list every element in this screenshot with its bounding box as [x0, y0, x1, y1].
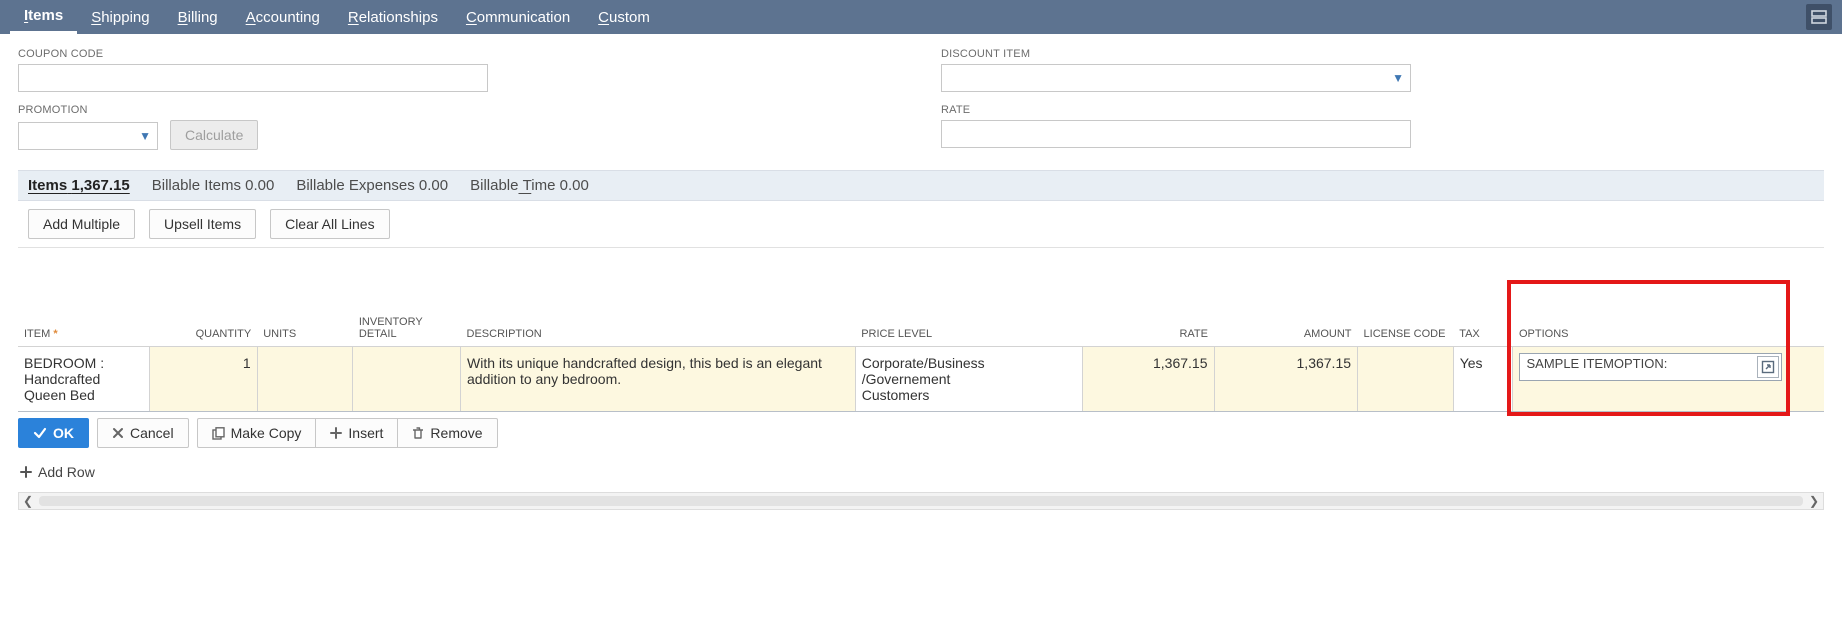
tab-shipping[interactable]: Shipping	[77, 0, 163, 34]
subtab-billable-time[interactable]: Billable Time 0.00	[470, 177, 589, 194]
list-actions-row: Add Multiple Upsell Items Clear All Line…	[18, 201, 1824, 248]
tab-custom[interactable]: Custom	[584, 0, 664, 34]
expand-icon	[1761, 360, 1775, 374]
col-options[interactable]: OPTIONS	[1513, 308, 1788, 347]
items-table-wrap: ITEM * QUANTITY UNITS INVENTORY DETAIL D…	[18, 308, 1824, 412]
add-multiple-button[interactable]: Add Multiple	[28, 209, 135, 239]
cell-inventory-detail[interactable]	[353, 347, 461, 412]
coupon-code-input[interactable]	[18, 64, 488, 92]
coupon-code-label: COUPON CODE	[18, 48, 901, 60]
upsell-items-button[interactable]: Upsell Items	[149, 209, 256, 239]
tab-items[interactable]: Items	[10, 0, 77, 34]
scroll-thumb[interactable]	[39, 496, 1803, 506]
cancel-button[interactable]: Cancel	[97, 418, 189, 448]
required-star-icon: *	[53, 328, 57, 340]
clear-all-lines-button[interactable]: Clear All Lines	[270, 209, 390, 239]
tab-accounting[interactable]: Accounting	[232, 0, 334, 34]
calculate-button[interactable]: Calculate	[170, 120, 258, 150]
scroll-right-icon[interactable]: ❯	[1809, 494, 1819, 508]
trash-icon	[412, 427, 424, 440]
main-tab-bar: Items Shipping Billing Accounting Relati…	[0, 0, 1842, 34]
scroll-left-icon[interactable]: ❮	[23, 494, 33, 508]
cell-options[interactable]: SAMPLE ITEMOPTION:	[1513, 347, 1788, 412]
tab-communication[interactable]: Communication	[452, 0, 584, 34]
tab-items-label-rest: tems	[28, 7, 63, 24]
discount-item-field: DISCOUNT ITEM ▼	[941, 48, 1824, 92]
col-rate[interactable]: RATE	[1082, 308, 1214, 347]
col-item[interactable]: ITEM *	[18, 308, 150, 347]
panel-toggle-button[interactable]	[1806, 4, 1832, 30]
chevron-down-icon: ▼	[1392, 71, 1404, 85]
sublist-tab-strip: Items 1,367.15 Billable Items 0.00 Billa…	[18, 170, 1824, 201]
col-price-level[interactable]: PRICE LEVEL	[855, 308, 1082, 347]
remove-button[interactable]: Remove	[398, 418, 497, 448]
copy-icon	[212, 427, 225, 440]
close-icon	[112, 427, 124, 439]
subtab-items[interactable]: Items 1,367.15	[28, 177, 130, 194]
tab-relationships[interactable]: Relationships	[334, 0, 452, 34]
options-expand-button[interactable]	[1757, 356, 1779, 378]
ok-button[interactable]: OK	[18, 418, 89, 448]
plus-icon	[20, 466, 32, 478]
coupon-code-field: COUPON CODE	[18, 48, 901, 92]
tab-billing[interactable]: Billing	[164, 0, 232, 34]
subtab-billable-expenses[interactable]: Billable Expenses 0.00	[296, 177, 448, 194]
horizontal-scrollbar[interactable]: ❮ ❯	[18, 492, 1824, 510]
form-area: COUPON CODE PROMOTION ▼ Calculate DISCOU…	[0, 34, 1842, 160]
insert-button[interactable]: Insert	[316, 418, 398, 448]
cell-amount[interactable]: 1,367.15	[1214, 347, 1358, 412]
cell-rate[interactable]: 1,367.15	[1082, 347, 1214, 412]
row-actions: OK Cancel Make Copy Insert Remove	[18, 412, 1824, 454]
add-row-button[interactable]: Add Row	[18, 458, 1824, 486]
chevron-down-icon: ▼	[139, 129, 151, 143]
col-tax[interactable]: TAX	[1453, 308, 1513, 347]
rate-label: RATE	[941, 104, 1824, 116]
col-amount[interactable]: AMOUNT	[1214, 308, 1358, 347]
rate-input[interactable]	[941, 120, 1411, 148]
col-license-code[interactable]: LICENSE CODE	[1358, 308, 1454, 347]
table-header-row: ITEM * QUANTITY UNITS INVENTORY DETAIL D…	[18, 308, 1824, 347]
rate-field: RATE	[941, 104, 1824, 148]
promotion-label: PROMOTION	[18, 104, 901, 116]
cell-price-level[interactable]: Corporate/Business/GovernementCustomers	[855, 347, 1082, 412]
items-table: ITEM * QUANTITY UNITS INVENTORY DETAIL D…	[18, 308, 1824, 412]
cell-quantity[interactable]: 1	[150, 347, 258, 412]
col-description[interactable]: DESCRIPTION	[461, 308, 856, 347]
col-inventory-detail[interactable]: INVENTORY DETAIL	[353, 308, 461, 347]
table-row[interactable]: BEDROOM : Handcrafted Queen Bed 1 With i…	[18, 347, 1824, 412]
options-input[interactable]: SAMPLE ITEMOPTION:	[1519, 353, 1781, 381]
subtab-billable-items[interactable]: Billable Items 0.00	[152, 177, 275, 194]
cell-tax[interactable]: Yes	[1453, 347, 1513, 412]
plus-icon	[330, 427, 342, 439]
col-overflow	[1788, 308, 1824, 347]
promotion-select[interactable]: ▼	[18, 122, 158, 150]
panel-icon	[1811, 9, 1827, 25]
cell-license-code[interactable]	[1358, 347, 1454, 412]
row-actions-group: Make Copy Insert Remove	[197, 418, 498, 448]
cell-item[interactable]: BEDROOM : Handcrafted Queen Bed	[18, 347, 150, 412]
check-icon	[33, 426, 47, 440]
col-quantity[interactable]: QUANTITY	[150, 308, 258, 347]
discount-item-select[interactable]: ▼	[941, 64, 1411, 92]
cell-overflow	[1788, 347, 1824, 412]
col-units[interactable]: UNITS	[257, 308, 353, 347]
discount-item-label: DISCOUNT ITEM	[941, 48, 1824, 60]
cell-units[interactable]	[257, 347, 353, 412]
make-copy-button[interactable]: Make Copy	[197, 418, 317, 448]
cell-description[interactable]: With its unique handcrafted design, this…	[461, 347, 856, 412]
